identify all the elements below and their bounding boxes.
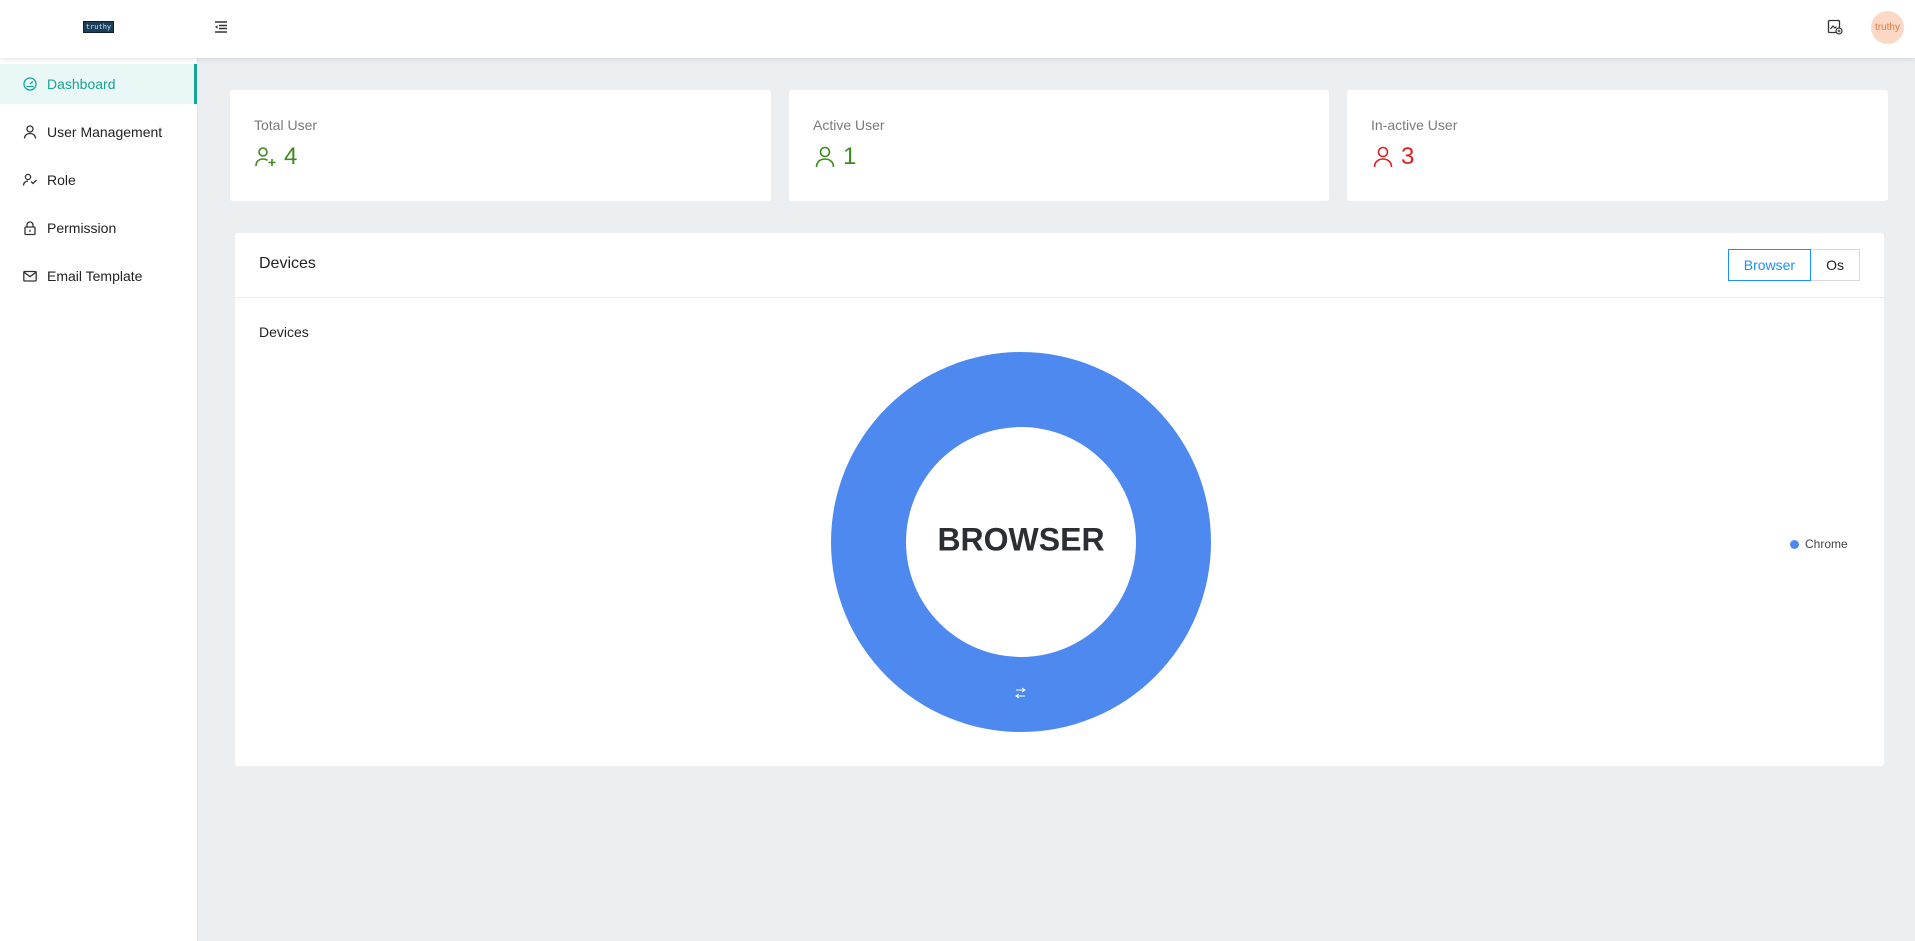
sidebar-item-label: Permission — [47, 220, 117, 236]
chart-center-label: BROWSER — [937, 521, 1104, 557]
legend-label: Chrome — [1805, 537, 1848, 551]
stat-value-row: 1 — [813, 143, 1305, 171]
devices-card: Devices Browser Os Devices BROWSER Chrom… — [235, 233, 1884, 766]
legend-dot — [1790, 539, 1799, 549]
sidebar-item-label: User Management — [47, 124, 163, 140]
stat-card-inactive-user: In-active User 3 — [1347, 90, 1888, 201]
top-header: truthy truthy — [0, 0, 1915, 58]
stat-card-total-user: Total User 4 — [230, 90, 771, 201]
sidebar-item-label: Role — [47, 172, 76, 188]
user-icon — [1373, 146, 1393, 168]
mail-icon — [23, 270, 37, 282]
stat-label: In-active User — [1371, 117, 1458, 133]
user-icon — [23, 125, 37, 139]
sidebar-item-role[interactable]: Role — [0, 160, 197, 200]
chart-legend[interactable]: Chrome — [1790, 537, 1848, 551]
avatar-text: truthy — [1874, 22, 1900, 33]
lock-icon — [24, 221, 36, 236]
stat-value: 1 — [843, 143, 857, 170]
user-icon — [815, 146, 835, 168]
sidebar-item-dashboard[interactable]: Dashboard — [0, 64, 197, 104]
user-add-icon — [255, 147, 276, 167]
stat-card-active-user: Active User 1 — [789, 90, 1329, 201]
user-avatar[interactable]: truthy — [1871, 11, 1904, 44]
devices-donut-chart: BROWSER — [831, 352, 1211, 732]
sidebar-item-label: Dashboard — [47, 76, 116, 92]
app-logo[interactable]: truthy — [83, 21, 114, 33]
image-report-icon[interactable] — [1826, 18, 1844, 36]
logo-text: truthy — [85, 22, 112, 31]
stat-value: 3 — [1401, 143, 1415, 170]
sidebar-item-user-management[interactable]: User Management — [0, 112, 197, 152]
stat-value-row: 4 — [254, 143, 747, 171]
role-icon — [22, 173, 37, 186]
stat-label: Active User — [813, 117, 885, 133]
sidebar-item-permission[interactable]: Permission — [0, 208, 197, 248]
stat-label: Total User — [254, 117, 318, 133]
stat-value-row: 3 — [1371, 143, 1864, 171]
sidebar: Dashboard User Management Role Permissio… — [0, 58, 198, 941]
sidebar-item-email-template[interactable]: Email Template — [0, 256, 197, 296]
sidebar-item-label: Email Template — [47, 268, 143, 284]
menu-fold-icon[interactable] — [212, 18, 230, 36]
dashboard-icon — [23, 77, 37, 91]
stat-value: 4 — [284, 143, 298, 170]
